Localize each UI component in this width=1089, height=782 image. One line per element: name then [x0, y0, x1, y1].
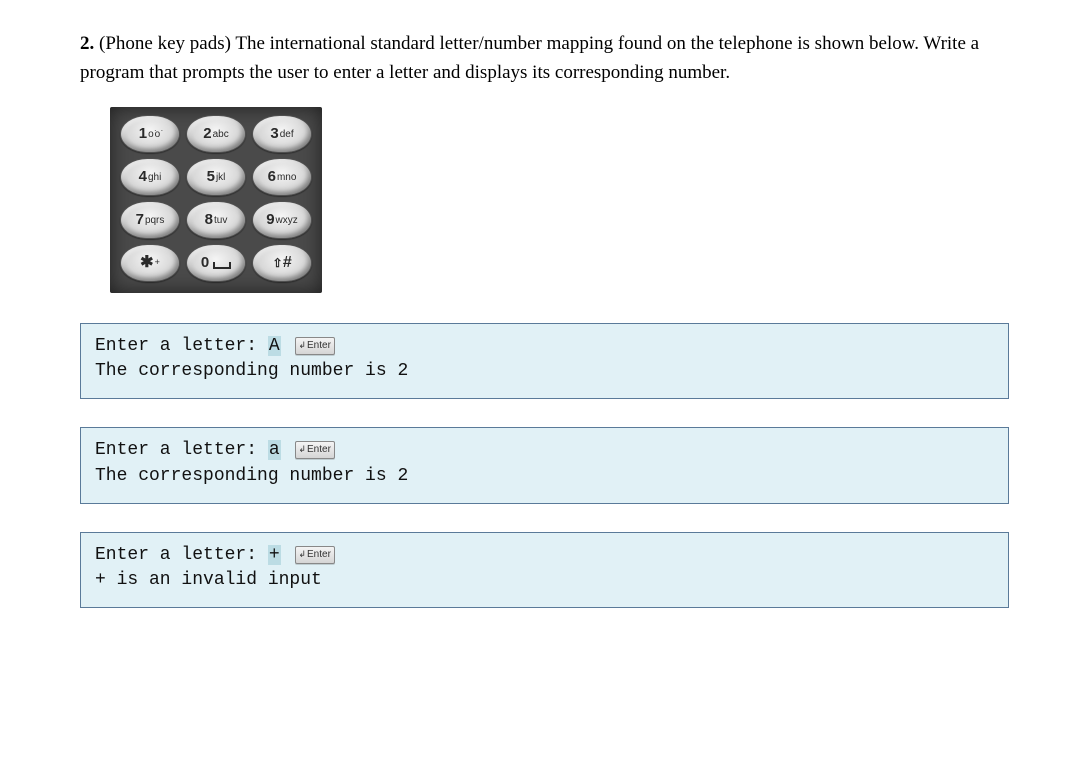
key-letters: pqrs: [145, 213, 164, 228]
sample-result: + is an invalid input: [95, 568, 994, 593]
key-4: 4 ghi: [120, 158, 180, 196]
sample-prompt: Enter a letter:: [95, 336, 268, 356]
key-5: 5 jkl: [186, 158, 246, 196]
key-letters: abc: [213, 127, 229, 142]
key-9: 9 wxyz: [252, 201, 312, 239]
sample-run-box: Enter a letter: a Enter The correspondin…: [80, 427, 1009, 503]
key-digit: 7: [136, 209, 144, 232]
sample-input: A: [268, 336, 281, 356]
key-digit: 6: [268, 166, 276, 189]
key-digit: 5: [207, 166, 215, 189]
key-symbol: ✱: [140, 251, 153, 275]
phone-keypad: 1 o͘o͘ 2 abc 3 def 4 ghi 5 jkl 6: [110, 107, 322, 293]
sample-run-box: Enter a letter: A Enter The correspondin…: [80, 323, 1009, 399]
sample-run-box: Enter a letter: + Enter + is an invalid …: [80, 532, 1009, 608]
key-hash: ⇧ #: [252, 244, 312, 282]
sample-prompt: Enter a letter:: [95, 440, 268, 460]
key-letters: tuv: [214, 213, 227, 228]
key-digit: 2: [203, 123, 211, 146]
key-6: 6 mno: [252, 158, 312, 196]
key-2: 2 abc: [186, 115, 246, 153]
shift-icon: ⇧: [273, 254, 283, 272]
sample-result: The corresponding number is 2: [95, 464, 994, 489]
sample-result: The corresponding number is 2: [95, 359, 994, 384]
problem-number: 2.: [80, 33, 94, 54]
key-star: ✱ +: [120, 244, 180, 282]
sample-prompt: Enter a letter:: [95, 545, 268, 565]
problem-title: (Phone key pads): [99, 33, 231, 54]
sample-line: Enter a letter: + Enter: [95, 543, 994, 568]
key-0: 0: [186, 244, 246, 282]
enter-key-icon: Enter: [295, 337, 334, 355]
key-digit: 1: [139, 123, 147, 146]
phone-keypad-figure: 1 o͘o͘ 2 abc 3 def 4 ghi 5 jkl 6: [110, 107, 1009, 293]
enter-key-icon: Enter: [295, 546, 334, 564]
key-sub: +: [155, 256, 160, 270]
key-digit: 0: [201, 252, 209, 275]
key-symbol: #: [283, 251, 292, 275]
keypad-row: 7 pqrs 8 tuv 9 wxyz: [120, 201, 312, 239]
key-digit: 9: [266, 209, 274, 232]
key-digit: 3: [270, 123, 278, 146]
key-letters: o͘o͘: [148, 127, 161, 142]
sample-input: +: [268, 545, 281, 565]
problem-statement: 2. (Phone key pads) The international st…: [80, 30, 1009, 87]
key-letters: ghi: [148, 170, 161, 185]
key-letters: mno: [277, 170, 296, 185]
sample-line: Enter a letter: A Enter: [95, 334, 994, 359]
key-letters: wxyz: [276, 213, 298, 228]
key-8: 8 tuv: [186, 201, 246, 239]
key-3: 3 def: [252, 115, 312, 153]
key-1: 1 o͘o͘: [120, 115, 180, 153]
space-icon: [213, 262, 231, 269]
key-7: 7 pqrs: [120, 201, 180, 239]
key-letters: jkl: [216, 170, 225, 185]
sample-input: a: [268, 440, 281, 460]
keypad-row: 1 o͘o͘ 2 abc 3 def: [120, 115, 312, 153]
key-digit: 8: [205, 209, 213, 232]
enter-key-icon: Enter: [295, 441, 334, 459]
key-digit: 4: [139, 166, 147, 189]
key-letters: def: [280, 127, 294, 142]
sample-line: Enter a letter: a Enter: [95, 438, 994, 463]
keypad-row: 4 ghi 5 jkl 6 mno: [120, 158, 312, 196]
keypad-row: ✱ + 0 ⇧ #: [120, 244, 312, 282]
